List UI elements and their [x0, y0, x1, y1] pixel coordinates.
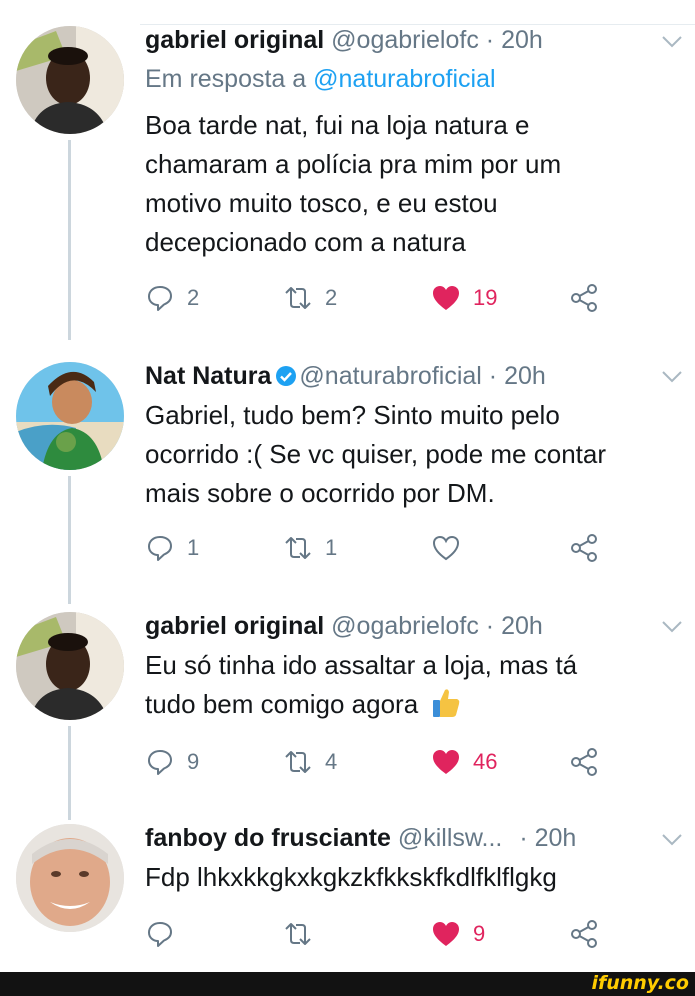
reply-button[interactable]: 1	[145, 532, 199, 564]
chevron-down-icon[interactable]	[661, 370, 683, 384]
avatar-gabriel[interactable]	[16, 26, 124, 134]
tweet-text: Boa tarde nat, fui na loja natura e cham…	[145, 106, 675, 262]
like-button[interactable]: 46	[431, 746, 497, 778]
watermark-bar: ifunny.co	[0, 972, 695, 996]
timestamp[interactable]: · 20h	[486, 612, 543, 640]
share-icon	[571, 284, 597, 312]
handle[interactable]: @killsw...	[398, 824, 503, 852]
handle[interactable]: @ogabrielofc	[331, 612, 479, 640]
verified-badge-icon	[276, 366, 297, 386]
like-count: 46	[473, 749, 498, 774]
reply-mention[interactable]: @naturabroficial	[313, 65, 495, 93]
timestamp[interactable]: · 20h	[489, 362, 546, 390]
share-icon	[571, 920, 597, 948]
reply-button[interactable]	[145, 918, 187, 950]
like-button[interactable]: 9	[431, 918, 485, 950]
tweet-1[interactable]: gabriel original @ogabrielofc · 20h Em r…	[0, 0, 695, 340]
tweet-text: Fdp lhkxkkgkxkgkzkfkkskfkdlfklflgkg	[145, 858, 675, 897]
text-line: Gabriel, tudo bem? Sinto muito pelo	[145, 400, 560, 430]
reply-icon	[148, 922, 172, 947]
retweet-icon	[285, 751, 311, 773]
thumbs-up-emoji-icon	[433, 689, 460, 717]
retweet-count: 4	[325, 749, 338, 774]
display-name[interactable]: Nat Natura	[145, 362, 271, 390]
like-button[interactable]: 19	[431, 282, 497, 314]
chevron-down-icon[interactable]	[661, 833, 683, 847]
retweet-button[interactable]: 2	[283, 282, 337, 314]
retweet-button[interactable]: 4	[283, 746, 337, 778]
text-line: mais sobre o ocorrido por DM.	[145, 478, 495, 508]
text-line: Eu só tinha ido assaltar a loja, mas tá	[145, 650, 578, 680]
share-button[interactable]	[569, 282, 599, 314]
chevron-down-icon[interactable]	[661, 35, 683, 49]
reply-count: 9	[187, 749, 200, 774]
like-count: 19	[473, 285, 498, 310]
timestamp[interactable]: · 20h	[519, 824, 576, 852]
share-icon	[571, 534, 597, 562]
tweet-header: gabriel original @ogabrielofc · 20h	[145, 611, 635, 641]
retweet-icon	[285, 923, 311, 945]
text-line: Fdp lhkxkkgkxkgkzkfkkskfkdlfklflgkg	[145, 862, 557, 892]
share-button[interactable]	[569, 918, 599, 950]
retweet-icon	[285, 287, 311, 309]
action-bar: 9 4 46	[145, 746, 615, 778]
watermark-logo: ifunny.co	[591, 972, 689, 994]
heart-filled-icon	[433, 922, 459, 946]
text-line: motivo muito tosco, e eu estou	[145, 188, 498, 218]
reply-icon	[148, 286, 172, 311]
tweet-header: gabriel original @ogabrielofc · 20h	[145, 25, 635, 55]
reply-count: 1	[187, 535, 200, 560]
thread-line	[68, 726, 71, 820]
retweet-icon	[285, 537, 311, 559]
share-button[interactable]	[569, 746, 599, 778]
text-line-with-emoji: tudo bem comigo agora	[145, 685, 675, 724]
display-name[interactable]: fanboy do frusciante	[145, 824, 391, 852]
like-button[interactable]	[431, 532, 473, 564]
avatar-nat-natura[interactable]	[16, 362, 124, 470]
display-name[interactable]: gabriel original	[145, 612, 324, 640]
share-icon	[571, 748, 597, 776]
tweet-text: Eu só tinha ido assaltar a loja, mas tá …	[145, 646, 675, 724]
action-bar: 9	[145, 918, 615, 950]
timestamp[interactable]: · 20h	[486, 26, 543, 54]
tweet-header: Nat Natura @naturabroficial · 20h	[145, 361, 635, 391]
text-line: decepcionado com a natura	[145, 227, 466, 257]
action-bar: 1 1	[145, 532, 615, 564]
retweet-count: 2	[325, 285, 338, 310]
retweet-count: 1	[325, 535, 338, 560]
text-line: ocorrido :( Se vc quiser, pode me contar	[145, 439, 607, 469]
heart-outline-icon	[432, 535, 460, 561]
reply-button[interactable]: 2	[145, 282, 199, 314]
tweet-header: fanboy do frusciante @killsw... · 20h	[145, 823, 635, 853]
heart-filled-icon	[433, 750, 459, 774]
thread-line	[68, 140, 71, 340]
avatar-gabriel[interactable]	[16, 612, 124, 720]
reply-button[interactable]: 9	[145, 746, 199, 778]
text-line: tudo bem comigo agora	[145, 689, 419, 719]
handle[interactable]: @naturabroficial	[299, 362, 481, 390]
tweet-3[interactable]: gabriel original @ogabrielofc · 20h Eu s…	[0, 600, 695, 820]
reply-icon	[148, 750, 172, 775]
share-button[interactable]	[569, 532, 599, 564]
retweet-button[interactable]: 1	[283, 532, 337, 564]
like-count: 9	[473, 921, 486, 946]
avatar-fanboy[interactable]	[16, 824, 124, 932]
tweet-2[interactable]: Nat Natura @naturabroficial · 20h Gabriel…	[0, 340, 695, 604]
chevron-down-icon[interactable]	[661, 620, 683, 634]
display-name[interactable]: gabriel original	[145, 26, 324, 54]
thread-line	[68, 476, 71, 604]
tweet-text: Gabriel, tudo bem? Sinto muito pelo ocor…	[145, 396, 675, 513]
heart-filled-icon	[433, 286, 459, 310]
reply-icon	[148, 536, 172, 561]
text-line: chamaram a polícia pra mim por um	[145, 149, 562, 179]
handle[interactable]: @ogabrielofc	[331, 26, 479, 54]
reply-prefix: Em resposta a	[145, 65, 307, 93]
reply-count: 2	[187, 285, 200, 310]
tweet-4[interactable]: fanboy do frusciante @killsw... · 20h Fd…	[0, 810, 695, 972]
action-bar: 2 2 19	[145, 282, 615, 314]
text-line: Boa tarde nat, fui na loja natura e	[145, 110, 530, 140]
reply-context: Em resposta a @naturabroficial	[145, 64, 496, 94]
retweet-button[interactable]	[283, 918, 325, 950]
